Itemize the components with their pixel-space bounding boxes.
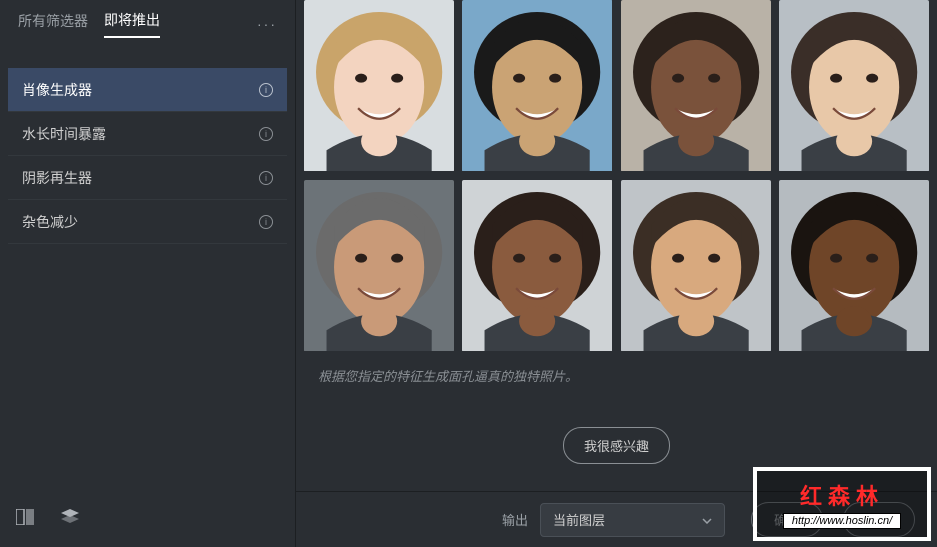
sidebar: 所有筛选器 即将推出 ··· 肖像生成器 i 水长时间暴露 i 阴影再生器 i 杂色减少 i — [0, 0, 296, 547]
portrait-tile[interactable] — [779, 0, 929, 172]
sidebar-item-label: 杂色减少 — [22, 212, 78, 232]
sidebar-item[interactable]: 水长时间暴露 i — [8, 112, 287, 156]
tab-all-filters[interactable]: 所有筛选器 — [18, 11, 88, 37]
sidebar-bottom-bar — [0, 493, 295, 547]
interested-button[interactable]: 我很感兴趣 — [563, 427, 670, 464]
portrait-grid — [296, 0, 937, 352]
sidebar-item[interactable]: 肖像生成器 i — [8, 68, 287, 112]
info-icon[interactable]: i — [259, 215, 273, 229]
sidebar-item[interactable]: 阴影再生器 i — [8, 156, 287, 200]
portrait-tile[interactable] — [304, 180, 454, 352]
output-select[interactable]: 当前图层 — [540, 503, 725, 537]
watermark-title: 红森林 — [800, 479, 884, 511]
tab-bar: 所有筛选器 即将推出 ··· — [0, 0, 295, 44]
output-label: 输出 — [502, 510, 528, 529]
sidebar-list: 肖像生成器 i 水长时间暴露 i 阴影再生器 i 杂色减少 i — [0, 44, 295, 244]
app-root: 所有筛选器 即将推出 ··· 肖像生成器 i 水长时间暴露 i 阴影再生器 i 杂色减少 i — [0, 0, 937, 547]
interest-row: 我很感兴趣 — [296, 427, 937, 464]
watermark-overlay: 红森林 http://www.hoslin.cn/ — [753, 467, 931, 541]
output-select-value: 当前图层 — [553, 510, 605, 529]
main-panel: 根据您指定的特征生成面孔逼真的独特照片。 我很感兴趣 输出 当前图层 确定 取消 — [296, 0, 937, 547]
info-icon[interactable]: i — [259, 171, 273, 185]
portrait-tile[interactable] — [462, 180, 612, 352]
info-icon[interactable]: i — [259, 127, 273, 141]
sidebar-item-label: 水长时间暴露 — [22, 124, 106, 144]
sidebar-item[interactable]: 杂色减少 i — [8, 200, 287, 244]
portrait-tile[interactable] — [304, 0, 454, 172]
portrait-tile[interactable] — [779, 180, 929, 352]
layers-icon[interactable] — [58, 505, 82, 529]
tab-more-icon[interactable]: ··· — [257, 16, 277, 32]
compare-view-icon[interactable] — [14, 505, 38, 529]
portrait-tile[interactable] — [621, 0, 771, 172]
tab-coming-soon[interactable]: 即将推出 — [104, 10, 160, 38]
info-icon[interactable]: i — [259, 83, 273, 97]
sidebar-item-label: 肖像生成器 — [22, 80, 92, 100]
chevron-down-icon — [702, 512, 712, 527]
watermark-url: http://www.hoslin.cn/ — [783, 513, 901, 529]
sidebar-item-label: 阴影再生器 — [22, 168, 92, 188]
feature-description: 根据您指定的特征生成面孔逼真的独特照片。 — [296, 352, 937, 385]
portrait-tile[interactable] — [621, 180, 771, 352]
portrait-tile[interactable] — [462, 0, 612, 172]
